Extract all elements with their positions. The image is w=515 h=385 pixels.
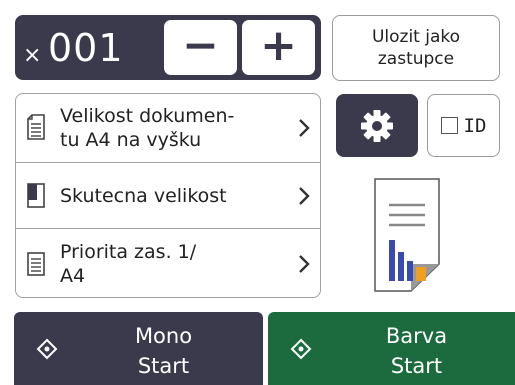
copies-panel: × 001 − + [15,15,321,80]
checkbox-icon [440,117,458,134]
chevron-right-icon [299,186,310,205]
page-layout-icon [27,182,45,208]
color-start-label: Barva Start [385,324,448,378]
document-size-icon [27,114,45,140]
list-item-document-size[interactable]: Velikost dokumen- tu A4 na vyšku [16,94,320,162]
settings-list: Velikost dokumen- tu A4 na vyšku Skutecn… [15,93,321,298]
minus-icon: − [182,19,219,71]
plus-icon: + [260,19,297,71]
gear-icon [361,109,393,142]
increase-copies-button[interactable]: + [242,20,315,75]
color-start-button[interactable]: Barva Start [268,312,515,385]
start-diamond-icon [290,338,312,360]
decrease-copies-button[interactable]: − [164,20,237,75]
mono-start-label: Mono Start [134,324,193,378]
mono-start-button[interactable]: Mono Start [14,312,263,385]
document-size-label: Velikost dokumen- tu A4 na vyšku [60,105,235,151]
settings-button[interactable] [336,94,418,157]
tray-priority-icon [27,251,45,276]
chevron-right-icon [299,119,310,137]
copy-preview-icon [374,178,440,292]
chevron-right-icon [299,254,310,273]
start-diamond-icon [36,338,58,360]
actual-size-label: Skutecna velikost [60,184,227,207]
save-shortcut-button[interactable]: Ulozit jako zastupce [332,15,500,81]
times-symbol: × [23,43,42,68]
list-item-actual-size[interactable]: Skutecna velikost [16,162,320,228]
copies-count: 001 [48,26,124,70]
tray-priority-label: Priorita zas. 1/ A4 [60,240,197,287]
id-label: ID [463,114,487,137]
list-item-tray-priority[interactable]: Priorita zas. 1/ A4 [16,228,320,297]
id-copy-toggle[interactable]: ID [427,94,500,157]
